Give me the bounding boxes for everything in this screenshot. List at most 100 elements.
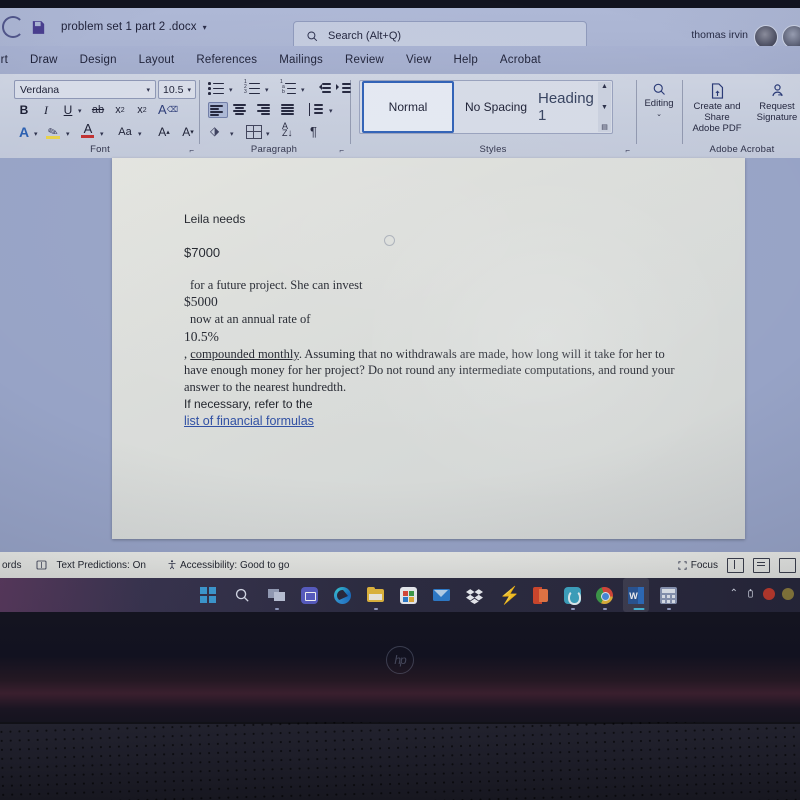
- tab-layout[interactable]: Layout: [128, 54, 186, 66]
- teams-icon[interactable]: [301, 587, 318, 604]
- calculator-icon[interactable]: [660, 587, 677, 610]
- tab-review[interactable]: Review: [334, 54, 395, 66]
- tab-insert[interactable]: ert: [0, 54, 19, 66]
- app-teal-icon[interactable]: [564, 587, 581, 610]
- chrome-icon[interactable]: [596, 587, 613, 610]
- request-signature-button[interactable]: Request Signature: [750, 82, 800, 124]
- task-view-icon[interactable]: [268, 587, 285, 610]
- align-left-button[interactable]: [208, 102, 228, 118]
- editing-button[interactable]: Editing ⌄: [638, 82, 680, 119]
- dropbox-icon[interactable]: [466, 587, 483, 604]
- text-effects-button[interactable]: A: [16, 124, 32, 140]
- document-filename[interactable]: problem set 1 part 2 .docx: [61, 21, 197, 33]
- grow-font-button[interactable]: A ▴: [156, 124, 172, 140]
- show-formatting-marks-button[interactable]: ¶: [310, 124, 317, 139]
- tab-acrobat[interactable]: Acrobat: [489, 54, 552, 66]
- align-center-button[interactable]: [232, 102, 250, 116]
- accessibility-label[interactable]: Accessibility: Good to go: [180, 560, 290, 571]
- text-effects-caret-icon[interactable]: ▾: [34, 130, 38, 138]
- filename-caret-icon[interactable]: ▾: [203, 23, 207, 32]
- chevron-down-icon[interactable]: ▾: [187, 86, 191, 94]
- print-layout-icon[interactable]: [753, 557, 770, 573]
- styles-scroll-up-icon[interactable]: ▲: [601, 83, 608, 90]
- style-no-spacing[interactable]: No Spacing: [454, 83, 538, 131]
- underline-caret-icon[interactable]: ▾: [78, 107, 82, 115]
- start-icon[interactable]: [200, 587, 217, 604]
- tab-references[interactable]: References: [185, 54, 268, 66]
- highlight-caret-icon[interactable]: ▾: [66, 130, 70, 138]
- read-mode-icon[interactable]: [727, 557, 744, 573]
- tab-help[interactable]: Help: [442, 54, 488, 66]
- financial-formulas-link[interactable]: list of financial formulas: [184, 413, 684, 430]
- sort-button[interactable]: A Z↓: [282, 122, 293, 139]
- style-heading-1[interactable]: Heading 1: [538, 83, 600, 131]
- notification-icon[interactable]: [763, 587, 775, 600]
- shading-button[interactable]: ⬗: [210, 124, 226, 140]
- shading-caret-icon[interactable]: ▾: [230, 130, 234, 138]
- accessibility-icon[interactable]: [166, 559, 178, 571]
- usb-icon[interactable]: [745, 587, 756, 600]
- text-predictions-icon[interactable]: [35, 559, 48, 571]
- tab-draw[interactable]: Draw: [19, 54, 69, 66]
- microsoft-store-icon[interactable]: [400, 587, 417, 604]
- italic-button[interactable]: I: [38, 102, 54, 118]
- office-icon[interactable]: [532, 587, 549, 604]
- document-page[interactable]: Leila needs $7000 for a future project. …: [112, 158, 745, 539]
- document-body[interactable]: Leila needs $7000 for a future project. …: [184, 212, 684, 429]
- numbering-caret-icon[interactable]: ▾: [265, 86, 269, 94]
- subscript-button[interactable]: x2: [112, 102, 128, 118]
- chevron-up-icon[interactable]: ⌃: [730, 588, 738, 599]
- shrink-font-button[interactable]: A ▾: [180, 124, 196, 140]
- numbering-button[interactable]: 1 2 3: [244, 80, 262, 95]
- search-icon[interactable]: [234, 587, 251, 604]
- editing-caret-icon[interactable]: ⌄: [656, 111, 662, 119]
- focus-button[interactable]: Focus: [677, 560, 718, 571]
- line-spacing-caret-icon[interactable]: ▾: [329, 107, 333, 115]
- font-color-button[interactable]: A: [80, 122, 96, 140]
- font-name-input[interactable]: Verdana ▾: [14, 80, 156, 99]
- styles-scroll-down-icon[interactable]: ▼: [601, 104, 608, 111]
- multilevel-caret-icon[interactable]: ▾: [301, 86, 305, 94]
- bullets-caret-icon[interactable]: ▾: [229, 86, 233, 94]
- autosave-toggle-icon[interactable]: [2, 16, 24, 38]
- bullets-button[interactable]: [208, 81, 226, 95]
- styles-scrollbar[interactable]: ▲ ▼ ▤: [598, 82, 611, 132]
- superscript-button[interactable]: x2: [134, 102, 150, 118]
- shield-icon[interactable]: [782, 587, 794, 600]
- user-name[interactable]: thomas irvin: [691, 29, 748, 41]
- web-layout-icon[interactable]: [779, 557, 796, 573]
- style-normal[interactable]: Normal: [362, 81, 454, 133]
- chevron-down-icon[interactable]: ▾: [146, 86, 150, 94]
- paragraph-dialog-launcher[interactable]: ⌐: [339, 146, 344, 155]
- tab-design[interactable]: Design: [69, 54, 128, 66]
- mail-icon[interactable]: [433, 587, 450, 604]
- lightning-icon[interactable]: ⚡: [499, 587, 520, 604]
- word-count[interactable]: ords: [2, 560, 21, 571]
- word-icon[interactable]: W: [623, 578, 650, 612]
- bold-button[interactable]: B: [16, 102, 32, 118]
- tab-view[interactable]: View: [395, 54, 443, 66]
- decrease-indent-button[interactable]: [316, 82, 334, 96]
- styles-dialog-launcher[interactable]: ⌐: [625, 146, 630, 155]
- document-canvas[interactable]: Leila needs $7000 for a future project. …: [0, 158, 800, 552]
- text-predictions-label[interactable]: Text Predictions: On: [56, 560, 145, 571]
- edge-icon[interactable]: [334, 587, 351, 604]
- tab-mailings[interactable]: Mailings: [268, 54, 334, 66]
- change-case-caret-icon[interactable]: ▾: [138, 130, 142, 138]
- change-case-button[interactable]: Aa: [114, 124, 136, 140]
- highlight-color-button[interactable]: ✎: [46, 124, 64, 141]
- font-size-input[interactable]: 10.5 ▾: [158, 80, 196, 99]
- justify-button[interactable]: [280, 102, 298, 116]
- multilevel-list-button[interactable]: 1 a b: [280, 80, 298, 95]
- create-and-share-pdf-button[interactable]: Create and Share Adobe PDF: [684, 82, 750, 135]
- save-icon[interactable]: [30, 19, 47, 36]
- styles-expand-icon[interactable]: ▤: [601, 124, 608, 131]
- line-spacing-button[interactable]: [308, 103, 326, 117]
- underline-button[interactable]: U: [60, 102, 76, 118]
- file-explorer-icon[interactable]: [367, 587, 384, 610]
- font-color-caret-icon[interactable]: ▾: [100, 130, 104, 138]
- align-right-button[interactable]: [256, 102, 274, 116]
- clear-formatting-button[interactable]: A ⌫: [158, 101, 178, 117]
- strikethrough-button[interactable]: ab: [90, 102, 106, 118]
- font-dialog-launcher[interactable]: ⌐: [189, 146, 194, 155]
